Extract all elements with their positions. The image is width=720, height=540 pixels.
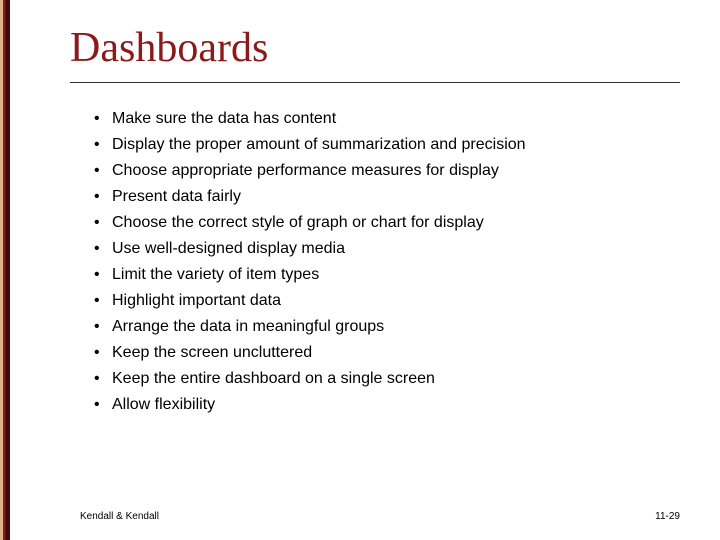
list-item: Highlight important data — [94, 289, 680, 313]
footer-author: Kendall & Kendall — [80, 511, 159, 522]
list-item: Use well-designed display media — [94, 237, 680, 261]
list-item: Present data fairly — [94, 185, 680, 209]
list-item: Keep the entire dashboard on a single sc… — [94, 367, 680, 391]
list-item: Allow flexibility — [94, 393, 680, 417]
bullet-list: Make sure the data has content Display t… — [70, 107, 680, 417]
title-underline — [70, 82, 680, 83]
list-item: Make sure the data has content — [94, 107, 680, 131]
list-item: Choose the correct style of graph or cha… — [94, 211, 680, 235]
list-item: Arrange the data in meaningful groups — [94, 315, 680, 339]
list-item: Keep the screen uncluttered — [94, 341, 680, 365]
footer-page-number: 11-29 — [655, 511, 680, 522]
slide-title: Dashboards — [70, 24, 680, 72]
list-item: Choose appropriate performance measures … — [94, 159, 680, 183]
list-item: Display the proper amount of summarizati… — [94, 133, 680, 157]
slide-accent-bar — [0, 0, 10, 540]
slide-body: Dashboards Make sure the data has conten… — [10, 0, 720, 540]
list-item: Limit the variety of item types — [94, 263, 680, 287]
